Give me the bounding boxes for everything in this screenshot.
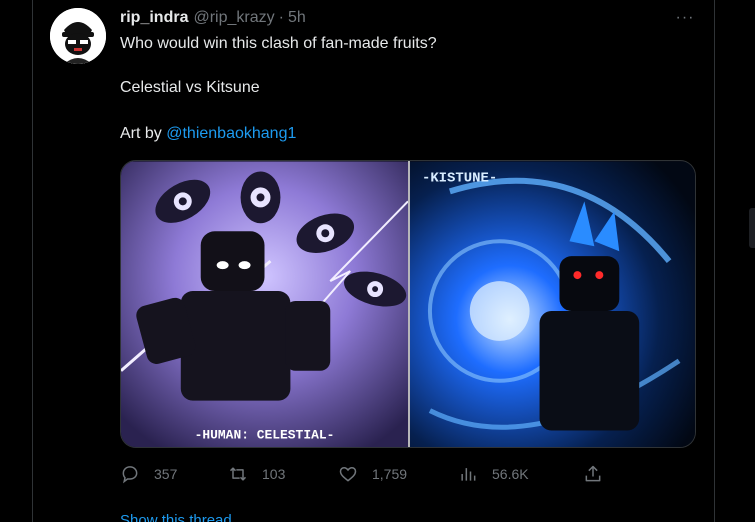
reply-button[interactable]: 357 xyxy=(120,462,177,486)
views-button[interactable]: 56.6K xyxy=(458,462,529,486)
like-count: 1,759 xyxy=(372,466,408,482)
share-icon xyxy=(585,465,601,482)
retweet-button[interactable]: 103 xyxy=(228,462,285,486)
timeline-right-border xyxy=(714,0,715,522)
reply-count: 357 xyxy=(154,466,178,482)
retweet-count: 103 xyxy=(262,466,286,482)
kitsune-art-panel: -KISTUNE- xyxy=(410,161,695,447)
share-button[interactable] xyxy=(583,462,603,486)
views-count: 56.6K xyxy=(492,466,529,482)
separator-dot: · xyxy=(278,9,284,26)
mention-link[interactable]: @thienbaokhang1 xyxy=(166,125,296,142)
timeline-left-border xyxy=(32,0,33,522)
right-panel-caption: -KISTUNE- xyxy=(422,170,497,186)
tweet-text-line: Who would win this clash of fan-made fru… xyxy=(120,35,437,52)
show-thread-link[interactable]: Show this thread xyxy=(120,512,232,522)
analytics-icon xyxy=(461,468,476,481)
tweet-text-line: Celestial vs Kitsune xyxy=(120,79,260,96)
tweet-actions-bar: 357 103 1,759 56.6K xyxy=(120,462,610,486)
tweet-text-line: Art by @thienbaokhang1 xyxy=(120,124,296,144)
user-handle[interactable]: @rip_krazy xyxy=(193,9,274,27)
left-panel-caption: -HUMAN: CELESTIAL- xyxy=(195,428,335,443)
retweet-icon xyxy=(229,467,247,481)
tweet-header: rip_indra @rip_krazy · 5h xyxy=(120,8,306,28)
panel-divider xyxy=(408,161,410,447)
avatar-illustration-icon xyxy=(50,8,106,64)
avatar[interactable] xyxy=(50,8,106,64)
reply-icon xyxy=(122,466,138,484)
tweet-media-image[interactable]: -HUMAN: CELESTIAL- -KISTUNE- xyxy=(120,160,696,448)
like-button[interactable]: 1,759 xyxy=(338,462,407,486)
timestamp[interactable]: 5h xyxy=(288,9,306,27)
art-credit-label: Art by xyxy=(120,125,167,142)
scrollbar-thumb[interactable] xyxy=(749,208,755,248)
celestial-art-panel: -HUMAN: CELESTIAL- xyxy=(121,161,408,447)
more-options-icon[interactable]: ··· xyxy=(672,8,698,28)
heart-icon xyxy=(339,466,357,482)
floating-eye-icon xyxy=(240,171,281,224)
display-name[interactable]: rip_indra xyxy=(120,9,188,27)
